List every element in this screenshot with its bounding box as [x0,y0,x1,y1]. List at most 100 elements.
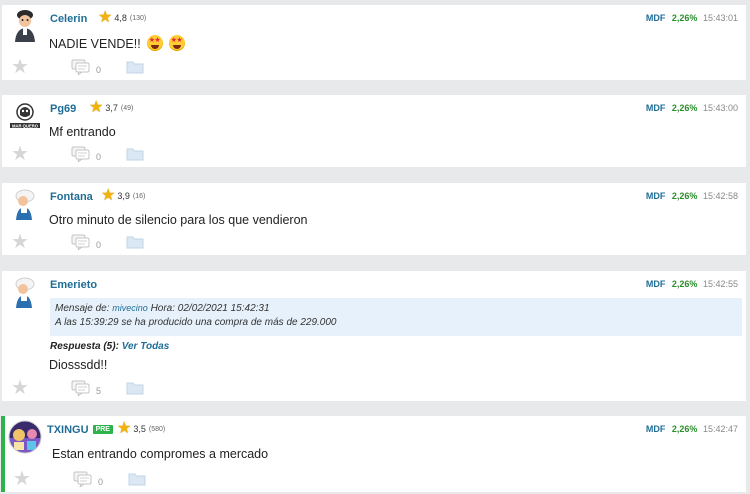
user-rating: ★ 3,5 (580) [117,421,165,437]
comment-button[interactable]: 0 [73,471,103,487]
rating-votes: (130) [129,14,147,22]
comment-button[interactable]: 0 [71,234,101,250]
rating-value: 3,7 [105,103,118,113]
post-meta: MDF 2,26% 15:42:47 [646,424,738,434]
post-text: NADIE VENDE!! [49,37,141,51]
user-rating: ★ 3,9 (16) [101,188,145,204]
price-change: 2,26% [671,279,698,289]
username[interactable]: TXINGU [47,424,89,436]
username[interactable]: Pg69 [50,103,76,115]
post-text: Otro minuto de silencio para los que ven… [49,213,308,227]
star-rating-icon: ★ [89,99,104,116]
post-time: 15:42:58 [702,191,738,201]
rating-votes: (16) [132,192,146,200]
post-meta: MDF 2,26% 15:42:58 [646,191,738,201]
default-user-icon[interactable] [8,275,42,309]
folder-icon[interactable] [126,60,144,74]
rating-value: 3,5 [133,424,146,434]
post-meta: MDF 2,26% 15:43:00 [646,103,738,113]
post-time: 15:43:00 [702,103,738,113]
ticker-link[interactable]: MDF [646,424,666,434]
ticker-link[interactable]: MDF [646,191,666,201]
post-card: Fontana ★ 3,9 (16) MDF 2,26% 15:42:58 Ot… [2,183,746,255]
rating-votes: (49) [120,104,134,112]
ticker-link[interactable]: MDF [646,13,666,23]
post-text: Diosssdd!! [49,358,108,372]
folder-icon[interactable] [126,147,144,161]
favorite-star-icon[interactable]: ★ [11,378,29,398]
quote-time: Hora: 02/02/2021 15:42:31 [150,303,270,314]
favorite-star-icon[interactable]: ★ [11,144,29,164]
comment-icon [71,234,91,250]
logo-avatar-icon[interactable]: MAR QUERO [8,99,42,133]
quote-prefix: Mensaje de: [55,303,110,314]
comment-button[interactable]: 0 [71,59,101,75]
post-time: 15:42:55 [702,279,738,289]
comment-icon [71,146,91,162]
price-change: 2,26% [671,103,698,113]
photo-avatar-icon[interactable] [8,420,42,454]
comment-icon [71,59,91,75]
username[interactable]: Celerin [50,13,87,25]
post-card: MAR QUERO Pg69 ★ 3,7 (49) MDF 2,26% 15:4… [2,95,746,167]
star-rating-icon: ★ [117,420,132,437]
post-actions: ★ 0 [11,57,144,77]
folder-icon[interactable] [126,235,144,249]
post-actions: ★ 0 [11,144,144,164]
replies-row: Respuesta (5): Ver Todas [50,341,169,352]
comment-count: 0 [95,152,101,162]
star-struck-emoji-icon [146,35,163,51]
post-card: Celerin ★ 4,8 (130) MDF 2,26% 15:43:01 N… [2,5,746,80]
price-change: 2,26% [671,424,698,434]
post-actions: ★ 5 [11,378,144,398]
user-rating: ★ 4,8 (130) [98,10,146,26]
post-card: Emerieto MDF 2,26% 15:42:55 Mensaje de: … [2,271,746,401]
folder-icon[interactable] [126,381,144,395]
comment-icon [73,471,93,487]
svg-text:MAR QUERO: MAR QUERO [12,123,39,128]
post-actions: ★ 0 [11,232,144,252]
post-actions: ★ 0 [13,469,146,489]
quote-text: A las 15:39:29 se ha producido una compr… [55,317,337,328]
post-time: 15:43:01 [702,13,738,23]
star-struck-emoji-icon [168,35,185,51]
user-rating: ★ 3,7 (49) [89,100,133,116]
post-text: Mf entrando [49,125,116,139]
quoted-message[interactable]: Mensaje de: mivecino Hora: 02/02/2021 15… [50,298,742,336]
post-text-row: NADIE VENDE!! [49,35,185,51]
default-user-icon[interactable] [8,187,42,221]
comment-button[interactable]: 5 [71,380,101,396]
folder-icon[interactable] [128,472,146,486]
rating-votes: (580) [148,425,166,433]
replies-label: Respuesta (5): [50,341,119,352]
post-meta: MDF 2,26% 15:42:55 [646,279,738,289]
username[interactable]: Emerieto [50,279,97,291]
favorite-star-icon[interactable]: ★ [13,469,31,489]
star-rating-icon: ★ [98,9,113,26]
post-text: Estan entrando compromes a mercado [52,447,269,461]
post-meta: MDF 2,26% 15:43:01 [646,13,738,23]
comment-count: 0 [97,477,103,487]
ticker-link[interactable]: MDF [646,279,666,289]
rating-value: 4,8 [114,13,127,23]
rating-value: 3,9 [117,191,130,201]
post-time: 15:42:47 [702,424,738,434]
quote-user[interactable]: mivecino [112,303,148,313]
favorite-star-icon[interactable]: ★ [11,57,29,77]
price-change: 2,26% [671,13,698,23]
premium-badge: PRE [92,425,113,434]
quote-header: Mensaje de: mivecino Hora: 02/02/2021 15… [55,301,737,316]
comment-count: 5 [95,386,101,396]
post-card: TXINGU PRE ★ 3,5 (580) MDF 2,26% 15:42:47… [1,416,746,492]
username[interactable]: Fontana [50,191,93,203]
star-rating-icon: ★ [101,187,116,204]
ticker-link[interactable]: MDF [646,103,666,113]
cartoon-avatar-icon[interactable] [8,9,42,43]
comment-button[interactable]: 0 [71,146,101,162]
price-change: 2,26% [671,191,698,201]
username-row: TXINGU PRE [47,424,113,436]
comment-count: 0 [95,65,101,75]
favorite-star-icon[interactable]: ★ [11,232,29,252]
comment-count: 0 [95,240,101,250]
view-all-replies-link[interactable]: Ver Todas [122,341,170,352]
